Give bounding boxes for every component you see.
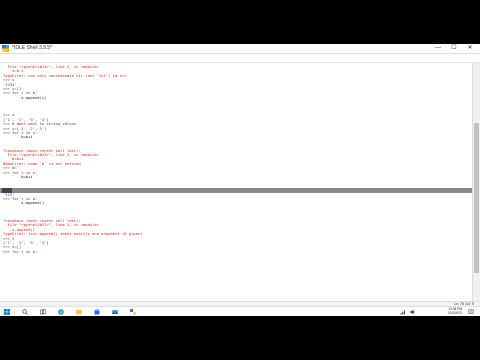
console-line: >>> for i in b: (3, 248, 38, 254)
clock-date[interactable]: 12/4/2021 (428, 311, 462, 316)
edge-icon[interactable] (58, 309, 64, 315)
python-idle-taskbar-icon[interactable] (130, 309, 136, 315)
console-line: b=b+i (3, 174, 33, 179)
store-icon[interactable] (94, 309, 100, 315)
console-line: b=b+i (3, 134, 33, 140)
selected-line-highlight (0, 187, 473, 193)
scrollbar-thumb[interactable] (474, 123, 479, 273)
windows-start-icon[interactable] (4, 309, 10, 315)
file-explorer-icon[interactable] (76, 309, 82, 315)
vertical-scrollbar[interactable] (472, 63, 480, 301)
taskbar: 10:08 PM 12/4/2021 (0, 306, 480, 316)
maximize-button[interactable]: ☐ (446, 44, 462, 53)
close-button[interactable]: ✕ (462, 44, 478, 53)
console-line: s.append(i) (3, 94, 47, 100)
window-titlebar: *IDLE Shell 3.9.5* — ☐ ✕ (0, 44, 480, 54)
minimize-button[interactable]: — (430, 44, 446, 53)
window-title: *IDLE Shell 3.9.5* (12, 45, 53, 51)
screen: *IDLE Shell 3.9.5* — ☐ ✕ File Edit Shell… (0, 44, 480, 316)
python-idle-icon (2, 45, 9, 52)
mail-icon[interactable] (112, 309, 118, 315)
task-view-icon[interactable] (40, 309, 46, 315)
console-line: TypeError: can only concatenate str (not… (3, 72, 127, 78)
console-line: s.append() (3, 200, 45, 206)
shell-text-area[interactable]: File "<pyshell#13>", line 2, in <module>… (0, 63, 473, 301)
console-line: TypeError: list.append() takes exactly o… (3, 231, 143, 237)
network-icon[interactable] (400, 309, 406, 315)
search-icon[interactable] (22, 309, 28, 315)
volume-icon[interactable] (410, 309, 416, 315)
notification-icon[interactable] (468, 309, 474, 315)
menu-bar: File Edit Shell Debug Options Window Hel… (0, 54, 480, 68)
